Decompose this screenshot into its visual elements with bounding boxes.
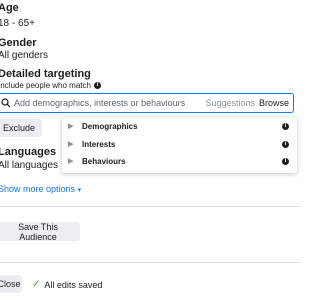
- browse-link[interactable]: Browse: [259, 98, 289, 108]
- browse-dropdown: ▶ Demographics i ▶ Interests i ▶ Behavio…: [62, 117, 297, 173]
- category-label: Behaviours: [82, 156, 126, 166]
- info-icon[interactable]: i: [282, 140, 289, 148]
- save-audience-button[interactable]: Save This Audience: [0, 222, 80, 242]
- search-icon: [1, 98, 11, 108]
- info-icon[interactable]: i: [282, 157, 289, 165]
- close-button[interactable]: Close: [0, 275, 22, 293]
- chevron-right-icon: ▶: [68, 141, 74, 148]
- divider: [0, 206, 300, 207]
- chevron-right-icon: ▶: [68, 123, 74, 130]
- show-more-options-link[interactable]: Show more options ▾: [0, 184, 81, 194]
- detailed-targeting-search[interactable]: Suggestions Browse: [0, 93, 294, 113]
- suggestions-link[interactable]: Suggestions: [205, 98, 255, 108]
- category-behaviours[interactable]: ▶ Behaviours i: [62, 153, 297, 169]
- chevron-down-icon: ▾: [77, 187, 82, 194]
- include-hint-text: Include people who match: [0, 81, 91, 90]
- category-interests[interactable]: ▶ Interests i: [62, 136, 297, 152]
- category-label: Demographics: [82, 121, 138, 131]
- search-input[interactable]: [11, 98, 206, 108]
- age-value: 18 - 65+: [0, 18, 35, 29]
- info-icon[interactable]: i: [93, 82, 101, 89]
- languages-value: All languages: [0, 160, 59, 171]
- category-demographics[interactable]: ▶ Demographics i: [62, 118, 297, 134]
- gender-value: All genders: [0, 50, 49, 61]
- footer-divider: [0, 262, 300, 263]
- languages-label: Languages: [0, 146, 57, 158]
- show-more-options-label: Show more options: [0, 184, 76, 194]
- exclude-button[interactable]: Exclude: [0, 119, 42, 137]
- detailed-targeting-label: Detailed targeting: [0, 68, 91, 80]
- include-hint: Include people who match i: [0, 81, 101, 90]
- save-status-text: All edits saved: [44, 279, 103, 290]
- save-status: ✓ All edits saved: [32, 279, 102, 290]
- gender-label: Gender: [0, 37, 37, 49]
- chevron-right-icon: ▶: [68, 158, 74, 165]
- category-label: Interests: [82, 139, 116, 149]
- info-icon[interactable]: i: [282, 122, 289, 130]
- age-label: Age: [0, 2, 19, 14]
- check-icon: ✓: [32, 279, 41, 290]
